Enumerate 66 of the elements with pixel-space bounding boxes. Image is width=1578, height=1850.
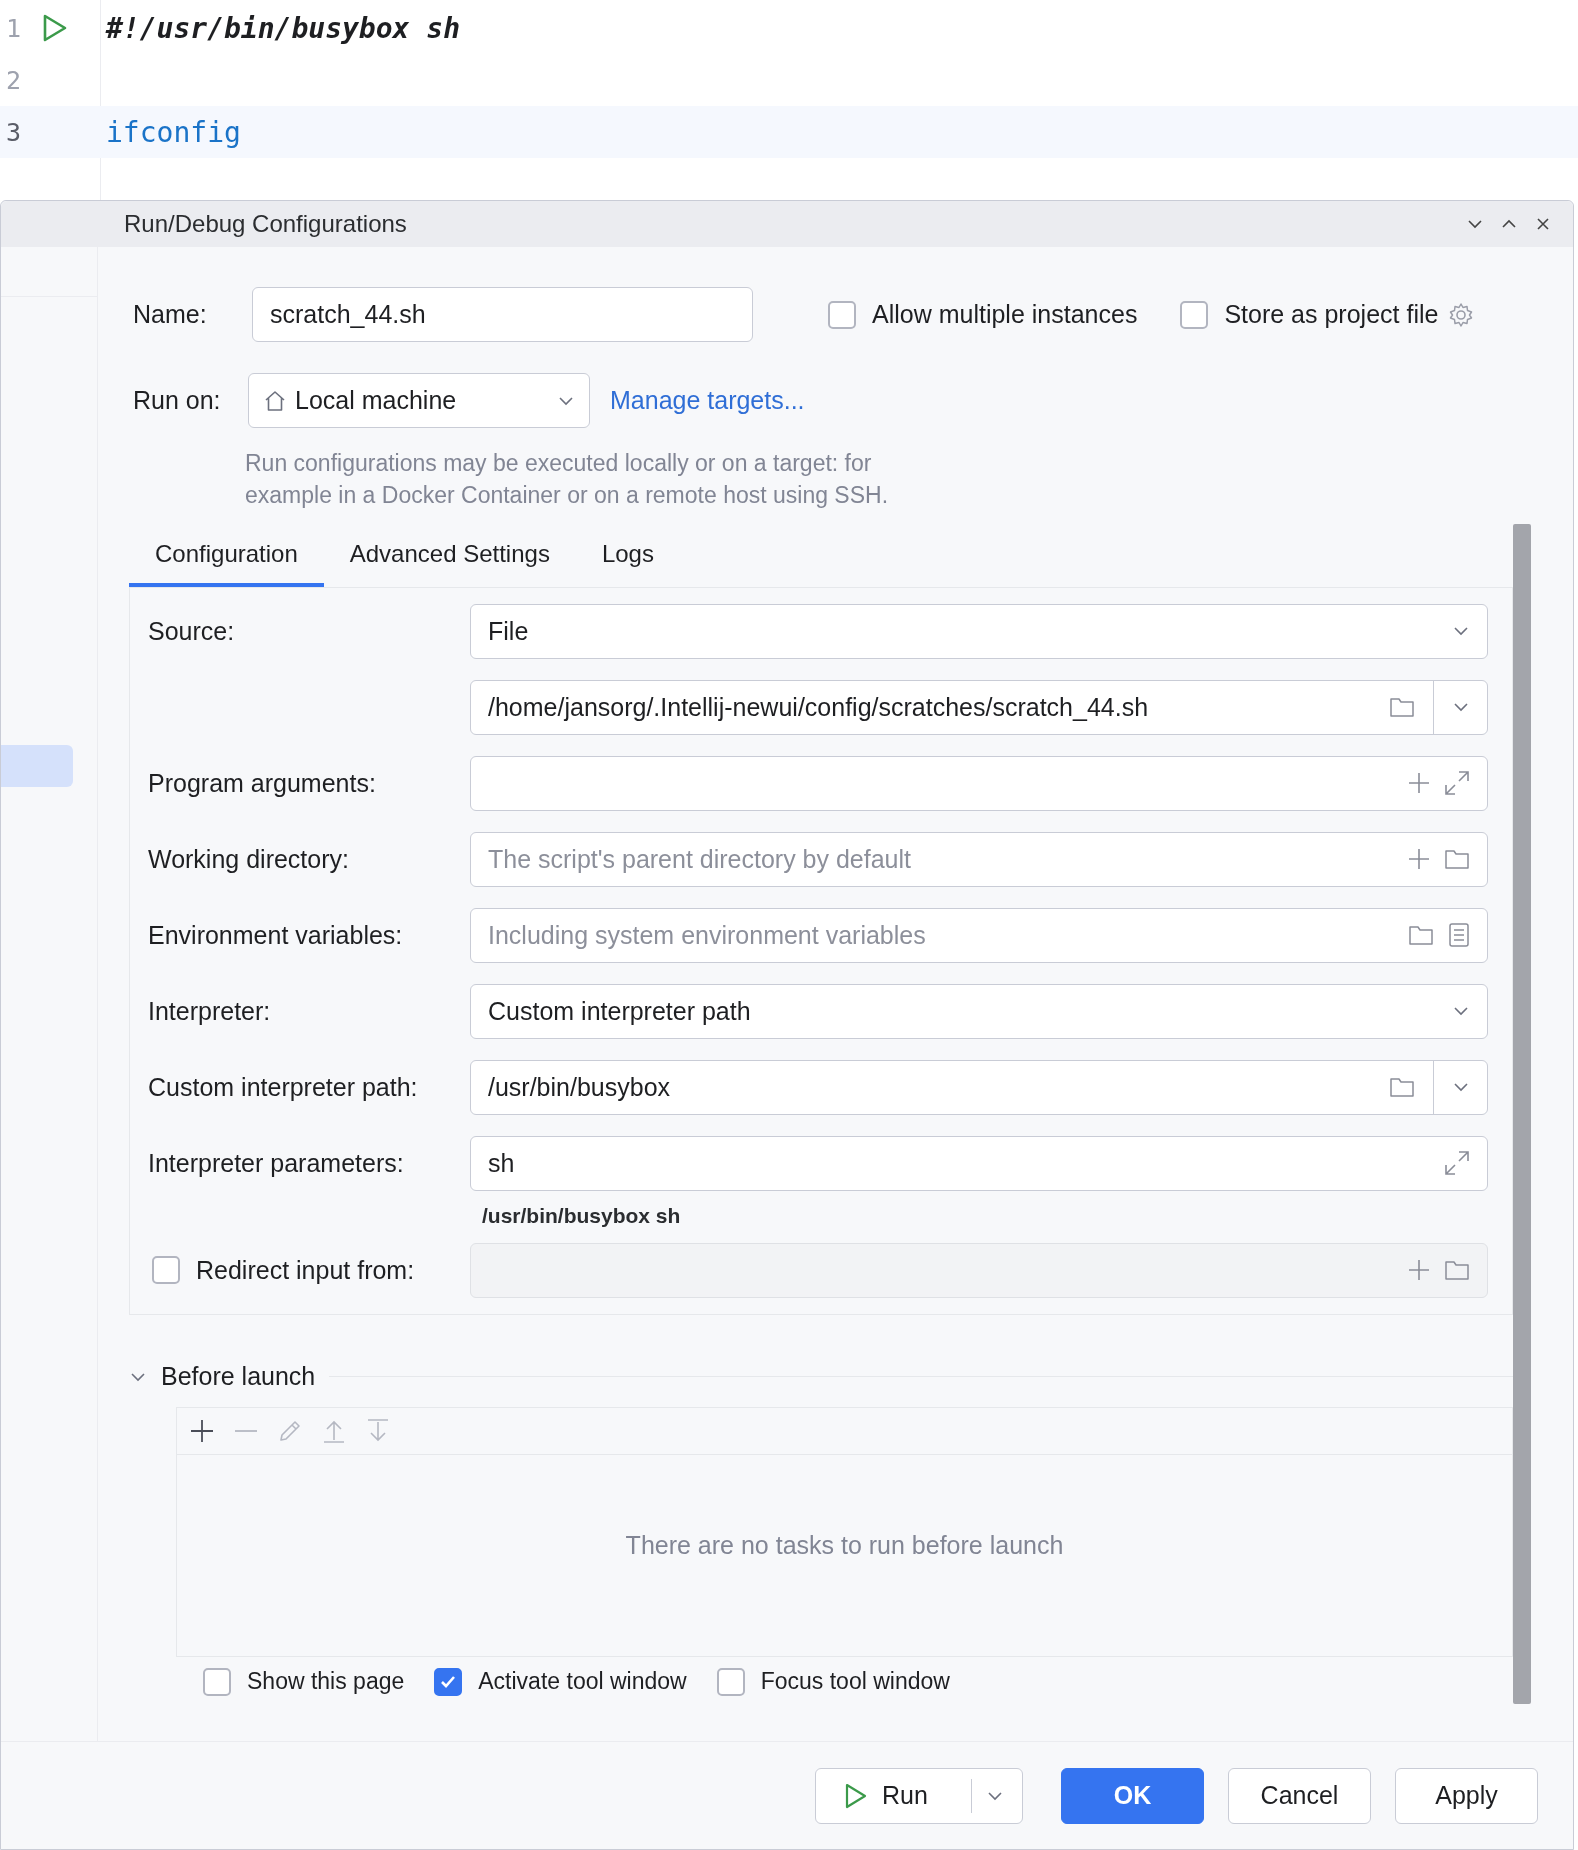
checkbox[interactable] xyxy=(1180,300,1209,329)
run-on-label: Run on: xyxy=(132,386,222,416)
line-number: 2 xyxy=(5,65,23,95)
checkbox[interactable] xyxy=(716,1667,745,1696)
checkbox-label[interactable]: Store as project file xyxy=(1224,300,1439,330)
target-dropdown[interactable]: Local machine xyxy=(248,373,590,429)
field-label: Program arguments: xyxy=(148,768,376,798)
field-label: Working directory: xyxy=(148,844,349,874)
checkbox[interactable] xyxy=(828,300,856,329)
field-label: Environment variables: xyxy=(148,920,403,950)
run-icon[interactable] xyxy=(42,13,68,43)
name-field[interactable]: scratch_44.sh xyxy=(252,287,753,343)
list-icon[interactable] xyxy=(1448,922,1470,949)
checkbox-label[interactable]: Allow multiple instances xyxy=(872,300,1138,330)
folder-icon[interactable] xyxy=(1444,848,1470,871)
field-label: Interpreter: xyxy=(148,996,271,1026)
dropdown[interactable]: Custom interpreter path xyxy=(470,983,1488,1039)
folder-icon[interactable] xyxy=(1408,924,1434,947)
checkbox[interactable] xyxy=(203,1667,231,1696)
name-label: Name: xyxy=(132,300,208,330)
section-title[interactable]: Before launch xyxy=(161,1362,316,1392)
folder-icon[interactable] xyxy=(1388,696,1415,719)
folder-icon[interactable] xyxy=(1444,1259,1470,1282)
dropdown[interactable]: File xyxy=(470,603,1488,659)
field-label: Custom interpreter path: xyxy=(148,1072,418,1102)
help-text: Run configurations may be executed locally or on a target: for example in a Docker Container or on a remote host using SSH. xyxy=(245,448,890,510)
code-line: #!/usr/bin/busybox sh xyxy=(106,11,460,45)
plus-icon[interactable] xyxy=(1408,848,1430,871)
plus-icon[interactable] xyxy=(1408,1259,1430,1282)
line-number: 1 xyxy=(5,13,23,43)
checkbox-label[interactable]: Focus tool window xyxy=(760,1668,950,1696)
selected-item-highlight xyxy=(1,744,73,787)
input-field[interactable] xyxy=(470,755,1488,811)
move-down-icon[interactable] xyxy=(365,1417,391,1444)
checkbox-label[interactable]: Activate tool window xyxy=(478,1668,687,1696)
field-label: Redirect input from: xyxy=(196,1255,415,1285)
checkbox[interactable] xyxy=(434,1667,463,1696)
input-field[interactable]: /usr/bin/busybox xyxy=(470,1059,1488,1115)
plus-icon[interactable] xyxy=(1408,772,1430,795)
ok-button[interactable]: OK xyxy=(1061,1767,1204,1824)
dialog-title: Run/Debug Configurations xyxy=(124,209,407,238)
apply-button[interactable]: Apply xyxy=(1395,1767,1538,1824)
home-icon xyxy=(263,388,287,413)
empty-message: There are no tasks to run before launch xyxy=(625,1530,1064,1560)
scrollbar[interactable] xyxy=(1513,523,1531,1704)
command-preview: /usr/bin/busybox sh xyxy=(482,1203,681,1227)
manage-targets-link[interactable]: Manage targets... xyxy=(610,386,805,416)
field-label: Source: xyxy=(148,616,235,646)
folder-icon[interactable] xyxy=(1388,1076,1415,1099)
input-field[interactable]: sh xyxy=(470,1135,1488,1191)
run-button[interactable]: Run xyxy=(815,1767,1023,1824)
tab[interactable]: Advanced Settings xyxy=(323,524,576,587)
close-icon[interactable] xyxy=(1535,215,1551,232)
cancel-button[interactable]: Cancel xyxy=(1228,1767,1371,1824)
line-number: 3 xyxy=(5,117,23,147)
add-icon[interactable] xyxy=(189,1417,215,1444)
input-field[interactable]: /home/jansorg/.Intellij-newui/config/scratches/scratch_44.sh xyxy=(470,679,1488,735)
field-label: Interpreter parameters: xyxy=(148,1148,404,1178)
checkbox-label[interactable]: Show this page xyxy=(247,1668,405,1696)
checkbox[interactable] xyxy=(152,1256,180,1285)
run-icon xyxy=(844,1781,868,1810)
settings-icon[interactable] xyxy=(1448,301,1475,328)
input-field[interactable] xyxy=(470,1242,1488,1298)
tab[interactable]: Logs xyxy=(575,524,680,587)
code-line: ifconfig xyxy=(106,115,241,149)
tab[interactable]: Configuration xyxy=(129,524,324,587)
